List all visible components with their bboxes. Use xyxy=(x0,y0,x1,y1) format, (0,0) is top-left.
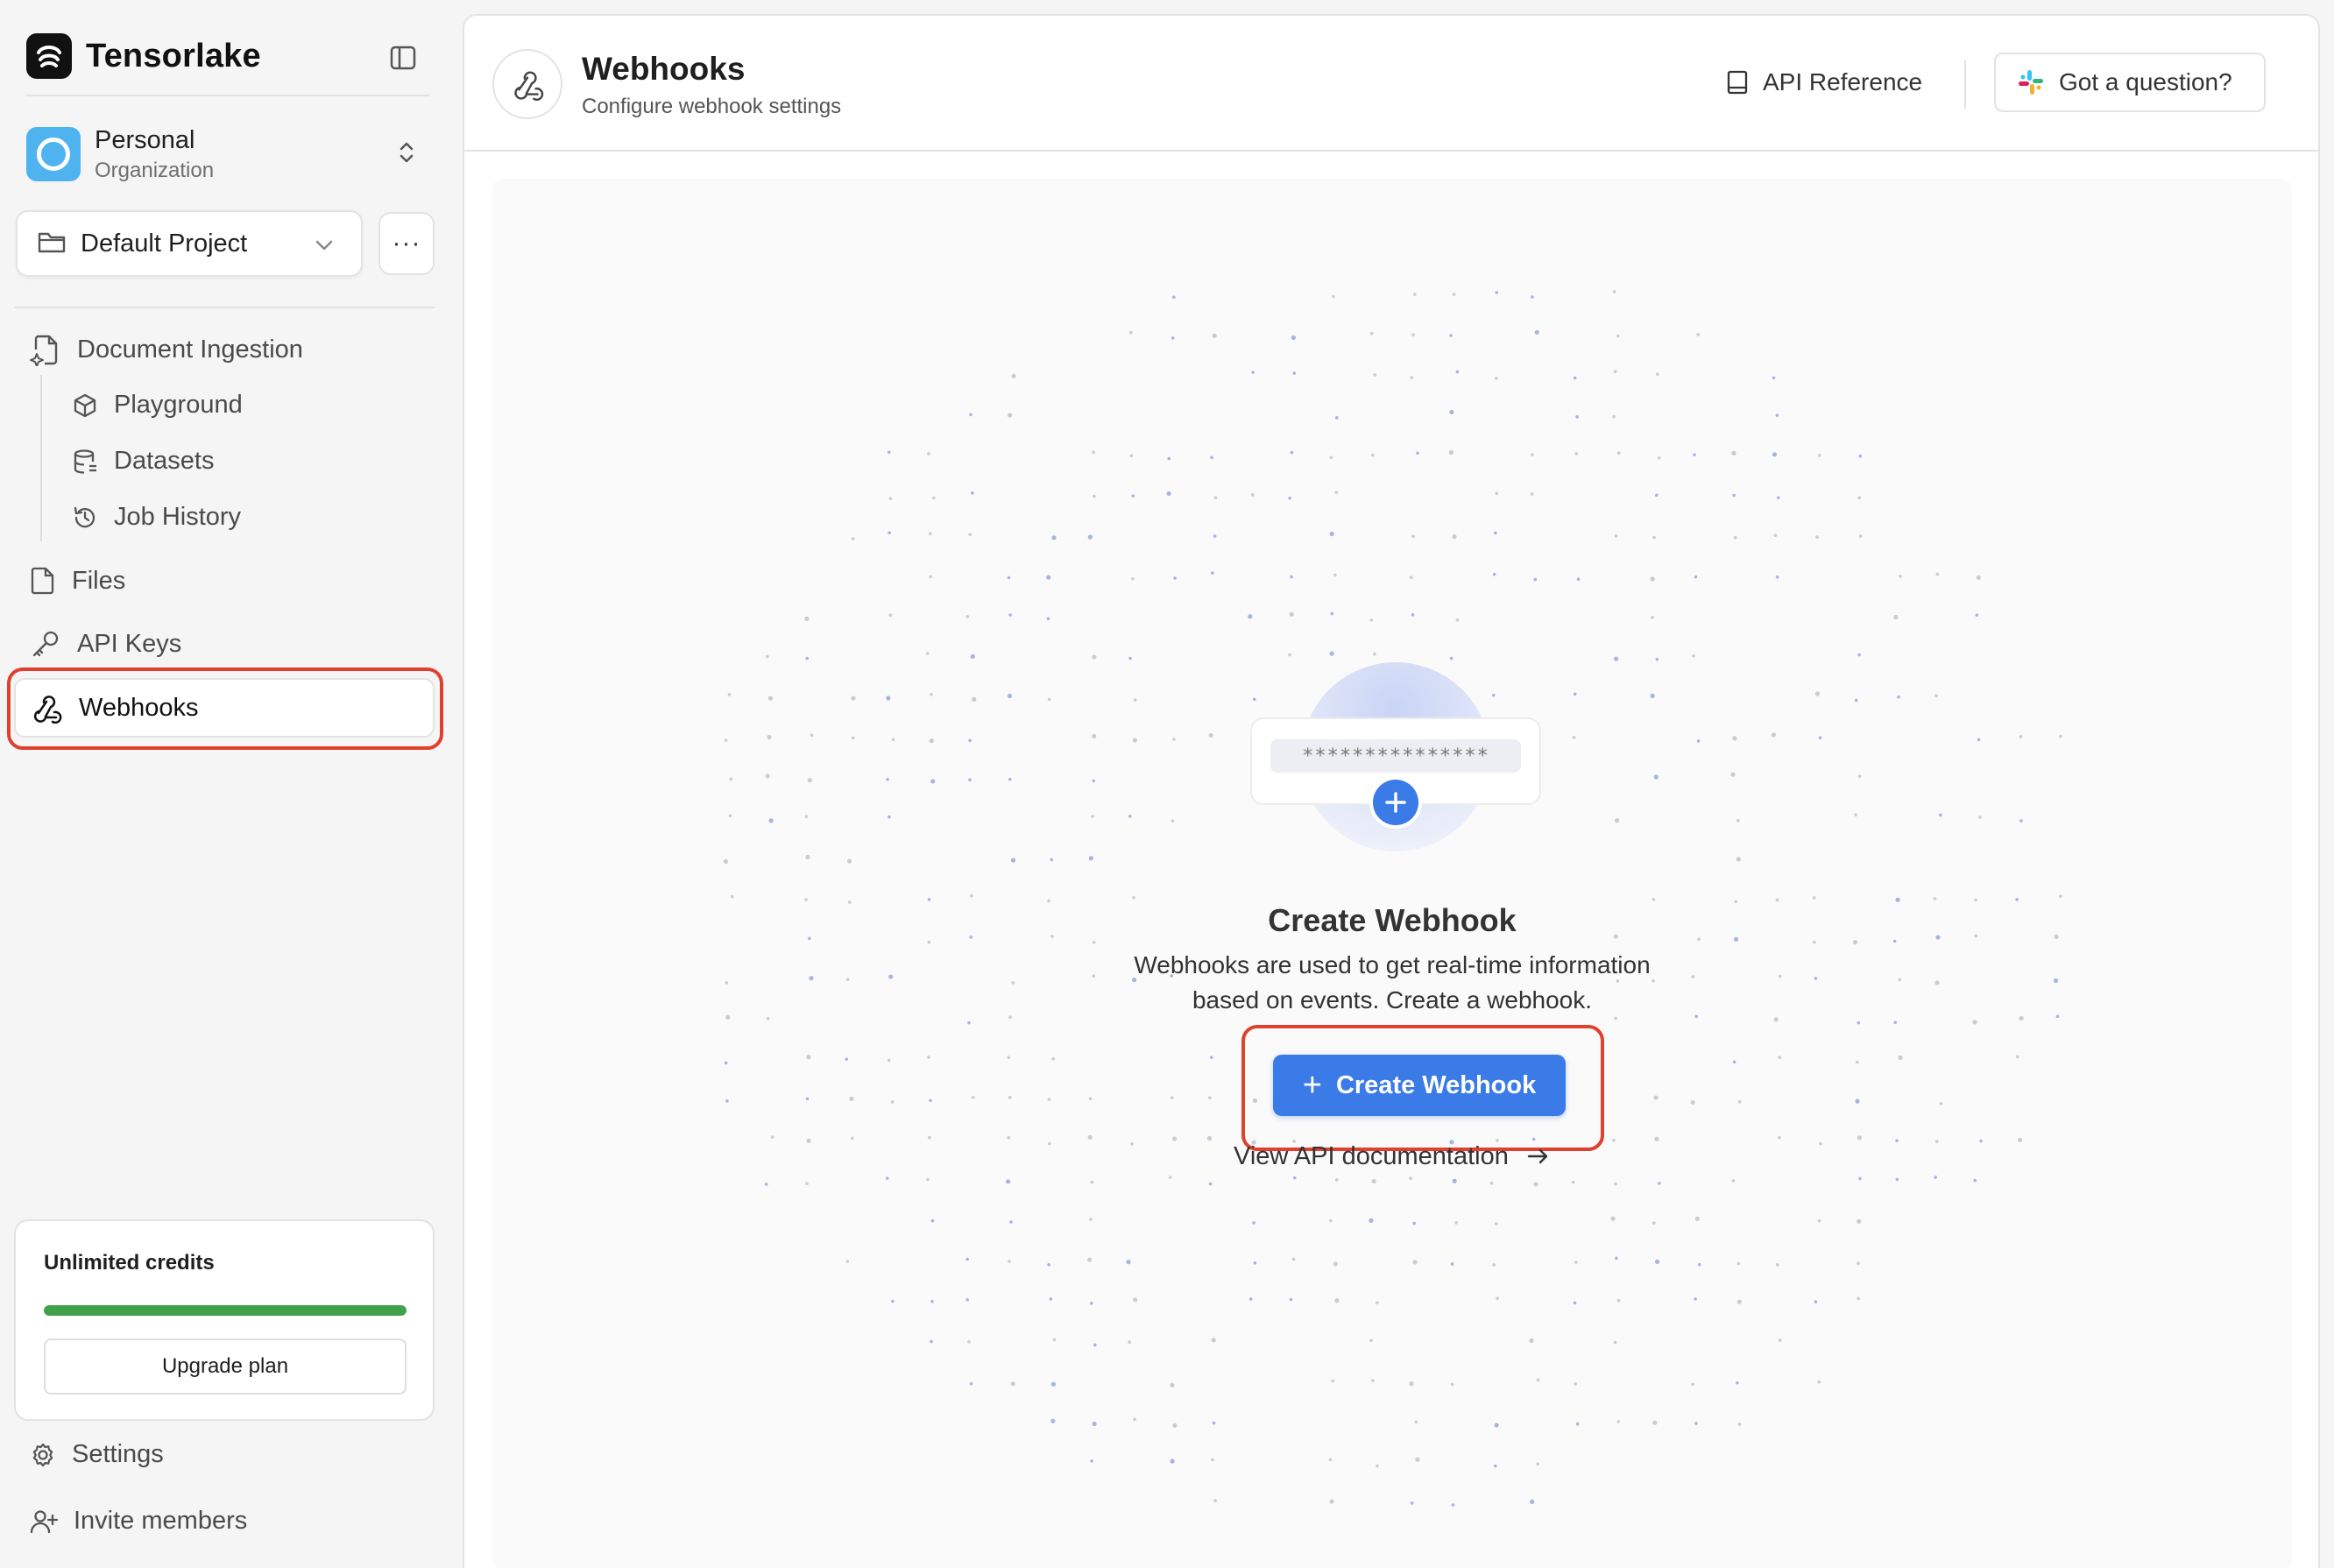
sidebar-item-label: Invite members xyxy=(74,1507,248,1535)
page-subtitle: Configure webhook settings xyxy=(582,95,842,118)
key-icon xyxy=(32,631,59,657)
webhook-icon xyxy=(492,49,562,119)
sidebar-toggle-icon[interactable] xyxy=(385,40,421,75)
chevron-down-icon xyxy=(312,233,336,262)
history-icon xyxy=(74,506,95,527)
book-icon xyxy=(1727,70,1748,95)
create-webhook-button[interactable]: + Create Webhook xyxy=(1273,1055,1566,1116)
project-select[interactable]: Default Project xyxy=(16,210,363,277)
plus-icon: + xyxy=(1302,1067,1322,1104)
got-a-question-button[interactable]: Got a question? xyxy=(1994,53,2266,112)
sidebar-item-document-ingestion[interactable]: Document Ingestion xyxy=(30,333,303,366)
main-panel: Webhooks Configure webhook settings API … xyxy=(463,14,2320,1568)
sidebar-item-label: Settings xyxy=(72,1440,164,1468)
sidebar-item-label: API Keys xyxy=(77,629,182,658)
credits-progress-fill xyxy=(44,1305,407,1316)
masked-secret: *************** xyxy=(1302,745,1489,767)
divider xyxy=(1964,60,1966,109)
description-line: Webhooks are used to get real-time infor… xyxy=(1134,951,1651,978)
cube-icon xyxy=(74,393,96,417)
description-line: based on events. Create a webhook. xyxy=(1192,986,1593,1014)
sidebar-item-datasets[interactable]: Datasets xyxy=(72,447,214,476)
brand[interactable]: Tensorlake xyxy=(26,33,261,79)
database-icon xyxy=(74,449,96,474)
org-name: Personal xyxy=(95,125,195,154)
sidebar-item-files[interactable]: Files xyxy=(30,566,125,596)
sidebar-item-webhooks[interactable]: Webhooks xyxy=(30,692,199,724)
api-reference-label: API Reference xyxy=(1763,68,1923,95)
sidebar-item-label: Document Ingestion xyxy=(77,335,303,364)
credits-card: Unlimited credits Upgrade plan xyxy=(14,1219,435,1421)
page-header: Webhooks Configure webhook settings API … xyxy=(464,16,2318,152)
sidebar-item-label: Job History xyxy=(114,503,242,531)
empty-state-description: Webhooks are used to get real-time infor… xyxy=(492,948,2292,1018)
gear-icon xyxy=(32,1443,53,1466)
credits-progress xyxy=(44,1305,407,1316)
org-switcher[interactable]: Personal Organization xyxy=(26,124,429,184)
sidebar-item-invite-members[interactable]: Invite members xyxy=(30,1507,247,1536)
webhook-illustration xyxy=(1250,662,1541,851)
org-avatar xyxy=(26,127,81,181)
folder-icon xyxy=(37,230,67,258)
org-subtitle: Organization xyxy=(95,158,215,182)
file-icon xyxy=(31,567,54,595)
webhook-icon xyxy=(33,696,62,724)
empty-state-canvas: *************** Create Webhook Webhooks … xyxy=(492,179,2292,1568)
credits-title: Unlimited credits xyxy=(44,1251,215,1275)
sidebar-item-playground[interactable]: Playground xyxy=(72,391,243,420)
sidebar-item-label: Files xyxy=(72,566,126,595)
create-webhook-label: Create Webhook xyxy=(1335,1070,1537,1099)
sidebar-item-job-history[interactable]: Job History xyxy=(72,503,241,532)
sidebar-item-api-keys[interactable]: API Keys xyxy=(30,629,181,659)
api-reference-link[interactable]: API Reference xyxy=(1726,68,1922,96)
sidebar-item-settings[interactable]: Settings xyxy=(30,1440,164,1469)
sidebar-item-label: Playground xyxy=(114,391,243,419)
view-api-documentation-link[interactable]: View API documentation xyxy=(492,1142,2292,1171)
empty-state-title: Create Webhook xyxy=(1268,902,1517,938)
project-more-button[interactable]: ··· xyxy=(378,212,435,275)
tree-line xyxy=(40,375,42,541)
page-title: Webhooks xyxy=(582,51,746,87)
sidebar-item-label: Datasets xyxy=(114,447,215,475)
arrow-right-icon xyxy=(1526,1142,1551,1170)
user-plus-icon xyxy=(30,1509,58,1533)
slack-icon xyxy=(2019,70,2043,95)
sidebar: Tensorlake Personal Organization Default… xyxy=(0,0,463,1568)
sidebar-item-label: Webhooks xyxy=(79,693,199,722)
upgrade-plan-button[interactable]: Upgrade plan xyxy=(44,1338,407,1395)
divider xyxy=(26,95,429,96)
api-doc-label: View API documentation xyxy=(1234,1142,1509,1170)
project-label: Default Project xyxy=(81,229,248,258)
tensorlake-logo-icon xyxy=(26,33,72,79)
chevrons-up-down-icon xyxy=(396,137,417,173)
document-sparkle-icon xyxy=(30,335,58,366)
question-label: Got a question? xyxy=(2059,68,2232,95)
brand-name: Tensorlake xyxy=(86,37,261,74)
divider xyxy=(14,307,435,308)
